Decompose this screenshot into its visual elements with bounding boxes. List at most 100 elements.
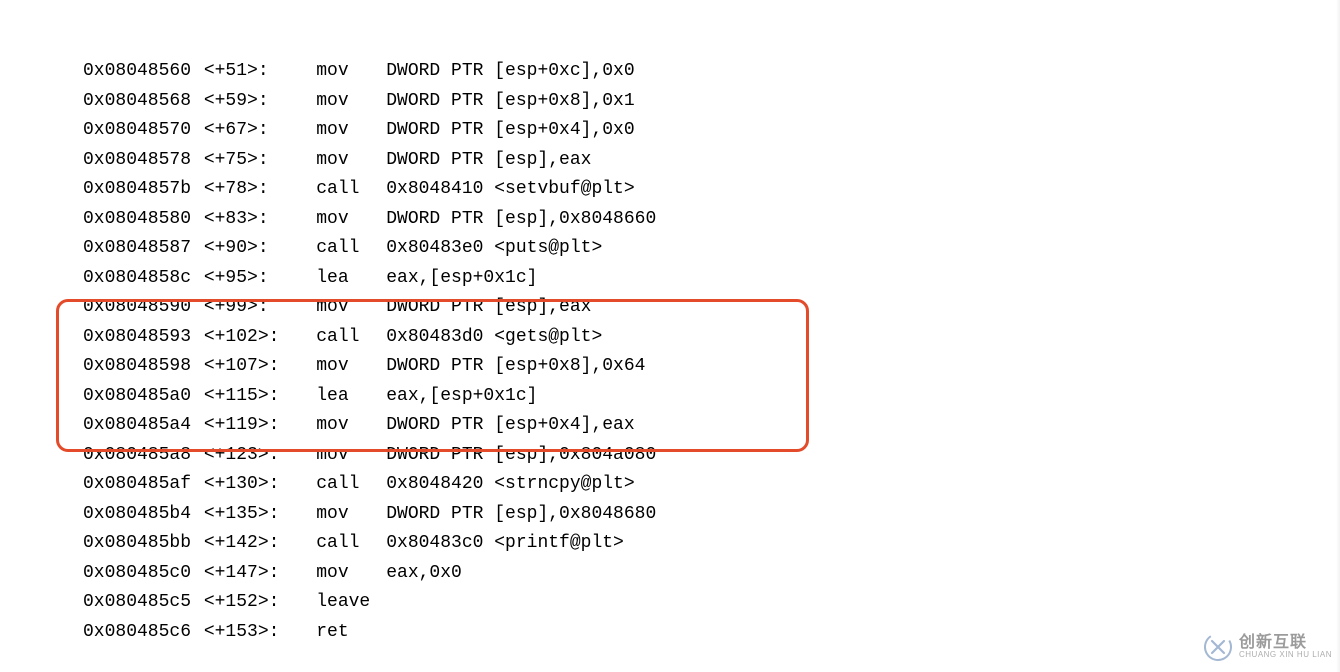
- asm-mnemonic: mov: [316, 293, 386, 323]
- asm-mnemonic: mov: [316, 441, 386, 471]
- asm-line: 0x08048580 <+83>: movDWORD PTR [esp],0x8…: [50, 205, 656, 235]
- asm-address: 0x08048580: [83, 205, 193, 235]
- asm-mnemonic: mov: [316, 411, 386, 441]
- asm-line: 0x08048568 <+59>: movDWORD PTR [esp+0x8]…: [50, 87, 656, 117]
- asm-address: 0x0804857b: [83, 175, 193, 205]
- asm-offset: <+90>:: [204, 234, 284, 264]
- asm-address: 0x0804858c: [83, 264, 193, 294]
- asm-address: 0x08048587: [83, 234, 193, 264]
- asm-line: 0x08048560 <+51>: movDWORD PTR [esp+0xc]…: [50, 57, 656, 87]
- asm-mnemonic: mov: [316, 116, 386, 146]
- asm-mnemonic: call: [316, 234, 386, 264]
- asm-operands: 0x80483d0 <gets@plt>: [386, 323, 602, 353]
- asm-operands: DWORD PTR [esp+0x8],0x64: [386, 352, 645, 382]
- asm-offset: <+75>:: [204, 146, 284, 176]
- asm-mnemonic: mov: [316, 352, 386, 382]
- asm-offset: <+59>:: [204, 87, 284, 117]
- asm-operands: DWORD PTR [esp],0x8048660: [386, 205, 656, 235]
- asm-line: 0x08048587 <+90>: call0x80483e0 <puts@pl…: [50, 234, 656, 264]
- asm-address: 0x080485a4: [83, 411, 193, 441]
- asm-offset: <+130>:: [204, 470, 284, 500]
- asm-mnemonic: mov: [316, 87, 386, 117]
- asm-mnemonic: leave: [316, 588, 386, 618]
- asm-offset: <+102>:: [204, 323, 284, 353]
- asm-address: 0x080485c5: [83, 588, 193, 618]
- asm-mnemonic: call: [316, 529, 386, 559]
- asm-operands: DWORD PTR [esp+0x4],0x0: [386, 116, 634, 146]
- watermark: 创新互联 CHUANG XIN HU LIAN: [1203, 632, 1332, 662]
- asm-line: 0x08048578 <+75>: movDWORD PTR [esp],eax: [50, 146, 656, 176]
- asm-address: 0x080485b4: [83, 500, 193, 530]
- asm-offset: <+123>:: [204, 441, 284, 471]
- asm-offset: <+142>:: [204, 529, 284, 559]
- asm-offset: <+107>:: [204, 352, 284, 382]
- asm-operands: DWORD PTR [esp],0x804a080: [386, 441, 656, 471]
- asm-address: 0x08048593: [83, 323, 193, 353]
- asm-operands: eax,[esp+0x1c]: [386, 382, 537, 412]
- asm-line: 0x080485a8 <+123>: movDWORD PTR [esp],0x…: [50, 441, 656, 471]
- asm-mnemonic: mov: [316, 500, 386, 530]
- asm-mnemonic: mov: [316, 146, 386, 176]
- asm-line: 0x080485a4 <+119>: movDWORD PTR [esp+0x4…: [50, 411, 656, 441]
- asm-address: 0x080485a0: [83, 382, 193, 412]
- asm-line: 0x0804857b <+78>: call0x8048410 <setvbuf…: [50, 175, 656, 205]
- asm-operands: eax,0x0: [386, 559, 462, 589]
- asm-offset: <+135>:: [204, 500, 284, 530]
- asm-mnemonic: call: [316, 470, 386, 500]
- asm-mnemonic: call: [316, 323, 386, 353]
- asm-operands: DWORD PTR [esp+0x8],0x1: [386, 87, 634, 117]
- asm-line: 0x0804858c <+95>: leaeax,[esp+0x1c]: [50, 264, 656, 294]
- asm-operands: eax,[esp+0x1c]: [386, 264, 537, 294]
- watermark-sub-text: CHUANG XIN HU LIAN: [1239, 651, 1332, 659]
- asm-offset: <+147>:: [204, 559, 284, 589]
- asm-mnemonic: call: [316, 175, 386, 205]
- asm-offset: <+152>:: [204, 588, 284, 618]
- asm-address: 0x08048568: [83, 87, 193, 117]
- asm-line: 0x080485b4 <+135>: movDWORD PTR [esp],0x…: [50, 500, 656, 530]
- watermark-main-text: 创新互联: [1239, 635, 1332, 651]
- asm-operands: 0x8048420 <strncpy@plt>: [386, 470, 634, 500]
- asm-offset: <+51>:: [204, 57, 284, 87]
- asm-line: 0x08048570 <+67>: movDWORD PTR [esp+0x4]…: [50, 116, 656, 146]
- asm-line: 0x08048598 <+107>: movDWORD PTR [esp+0x8…: [50, 352, 656, 382]
- window-right-shadow: [1336, 0, 1340, 672]
- asm-mnemonic: ret: [316, 618, 386, 648]
- asm-line: 0x08048593 <+102>: call0x80483d0 <gets@p…: [50, 323, 656, 353]
- asm-address: 0x080485af: [83, 470, 193, 500]
- asm-operands: DWORD PTR [esp],0x8048680: [386, 500, 656, 530]
- asm-address: 0x08048578: [83, 146, 193, 176]
- asm-address: 0x080485bb: [83, 529, 193, 559]
- asm-address: 0x08048598: [83, 352, 193, 382]
- asm-mnemonic: mov: [316, 205, 386, 235]
- asm-line: 0x080485af <+130>: call0x8048420 <strncp…: [50, 470, 656, 500]
- watermark-logo-icon: [1203, 632, 1233, 662]
- asm-line: 0x080485a0 <+115>: leaeax,[esp+0x1c]: [50, 382, 656, 412]
- asm-offset: <+78>:: [204, 175, 284, 205]
- asm-mnemonic: lea: [316, 382, 386, 412]
- asm-address: 0x08048570: [83, 116, 193, 146]
- asm-line: 0x080485bb <+142>: call0x80483c0 <printf…: [50, 529, 656, 559]
- asm-offset: <+153>:: [204, 618, 284, 648]
- asm-mnemonic: lea: [316, 264, 386, 294]
- asm-offset: <+119>:: [204, 411, 284, 441]
- asm-operands: 0x80483c0 <printf@plt>: [386, 529, 624, 559]
- asm-operands: DWORD PTR [esp],eax: [386, 146, 591, 176]
- asm-line: 0x080485c5 <+152>: leave: [50, 588, 656, 618]
- asm-address: 0x080485c0: [83, 559, 193, 589]
- asm-address: 0x080485c6: [83, 618, 193, 648]
- asm-line: 0x08048590 <+99>: movDWORD PTR [esp],eax: [50, 293, 656, 323]
- asm-operands: 0x80483e0 <puts@plt>: [386, 234, 602, 264]
- asm-address: 0x08048560: [83, 57, 193, 87]
- asm-line: 0x080485c0 <+147>: moveax,0x0: [50, 559, 656, 589]
- asm-operands: DWORD PTR [esp],eax: [386, 293, 591, 323]
- asm-offset: <+95>:: [204, 264, 284, 294]
- asm-operands: DWORD PTR [esp+0xc],0x0: [386, 57, 634, 87]
- asm-operands: 0x8048410 <setvbuf@plt>: [386, 175, 634, 205]
- asm-offset: <+67>:: [204, 116, 284, 146]
- asm-offset: <+115>:: [204, 382, 284, 412]
- asm-offset: <+99>:: [204, 293, 284, 323]
- asm-operands: DWORD PTR [esp+0x4],eax: [386, 411, 634, 441]
- asm-mnemonic: mov: [316, 559, 386, 589]
- asm-offset: <+83>:: [204, 205, 284, 235]
- asm-address: 0x08048590: [83, 293, 193, 323]
